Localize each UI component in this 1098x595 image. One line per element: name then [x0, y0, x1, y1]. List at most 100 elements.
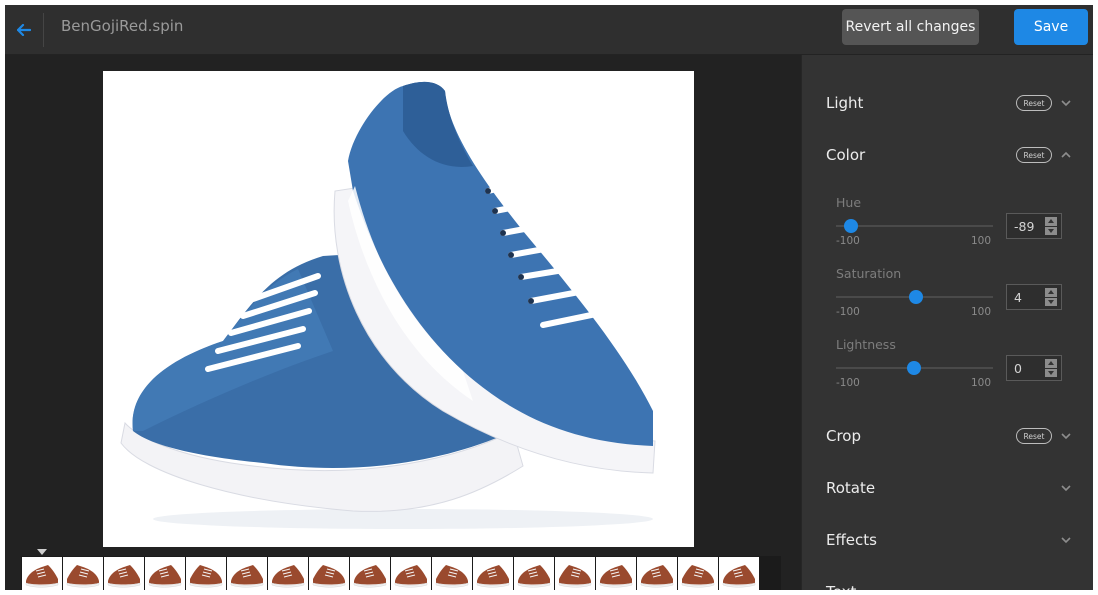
filmstrip-thumbnail[interactable] — [432, 557, 472, 590]
editor-window: BenGojiRed.spin Revert all changes Save — [5, 5, 1093, 590]
lightness-max-label: 100 — [971, 377, 992, 389]
saturation-number-field — [1006, 284, 1062, 310]
save-button[interactable]: Save — [1014, 9, 1088, 45]
saturation-slider-thumb[interactable] — [909, 290, 923, 304]
shoe-thumbnail-image — [353, 565, 387, 588]
hue-decrement-button[interactable] — [1045, 226, 1057, 235]
back-button[interactable] — [5, 5, 43, 55]
filmstrip-thumbnail[interactable] — [555, 557, 595, 590]
section-label: Color — [826, 146, 866, 164]
saturation-stepper — [1045, 288, 1057, 306]
section-label: Rotate — [826, 479, 876, 497]
caret-up-icon — [1048, 219, 1054, 224]
section-label: Effects — [826, 531, 877, 549]
shoe-thumbnail-image — [25, 565, 59, 588]
hue-control: Hue -100 100 — [836, 195, 1086, 255]
shoe-thumbnail-image — [189, 565, 223, 588]
reset-crop-button[interactable]: Reset — [1016, 428, 1052, 444]
shoe-thumbnail-image — [107, 565, 141, 588]
caret-down-icon — [1048, 228, 1054, 233]
adjustments-panel: Light Reset Color Reset Hue -100 100 -89… — [801, 55, 1093, 590]
reset-color-button[interactable]: Reset — [1016, 147, 1052, 163]
shoe-thumbnail-image — [558, 565, 592, 588]
chevron-down-icon — [1061, 100, 1071, 107]
hue-min-label: -100 — [836, 235, 860, 247]
shoe-thumbnail-image — [394, 565, 428, 588]
filmstrip-thumbnail[interactable] — [350, 557, 390, 590]
saturation-increment-button[interactable] — [1045, 288, 1057, 297]
saturation-control: Saturation -100 100 — [836, 266, 1086, 326]
lightness-increment-button[interactable] — [1045, 359, 1057, 368]
filmstrip-thumbnail[interactable] — [186, 557, 226, 590]
shoe-thumbnail-image — [148, 565, 182, 588]
hue-slider-thumb[interactable] — [844, 219, 858, 233]
shoe-thumbnail-image — [435, 565, 469, 588]
filmstrip-thumbnail[interactable] — [22, 557, 62, 590]
filmstrip-thumbnail[interactable] — [63, 557, 103, 590]
filmstrip-thumbnail[interactable] — [227, 557, 267, 590]
saturation-max-label: 100 — [971, 306, 992, 318]
hue-increment-button[interactable] — [1045, 217, 1057, 226]
shoe-thumbnail-image — [271, 565, 305, 588]
product-image — [103, 71, 694, 547]
saturation-min-label: -100 — [836, 306, 860, 318]
caret-down-icon — [1048, 370, 1054, 375]
lightness-stepper — [1045, 359, 1057, 377]
shoe-thumbnail-image — [722, 565, 756, 588]
filmstrip-thumbnail[interactable] — [637, 557, 677, 590]
shoe-thumbnail-image — [681, 565, 715, 588]
revert-all-changes-button[interactable]: Revert all changes — [842, 9, 979, 45]
filmstrip-thumbnail[interactable] — [104, 557, 144, 590]
chevron-up-icon — [1061, 151, 1071, 158]
chevron-down-icon — [1061, 433, 1071, 440]
filmstrip-toggle-icon[interactable] — [37, 549, 47, 555]
caret-down-icon — [1048, 299, 1054, 304]
chevron-down-icon — [1061, 537, 1071, 544]
hue-slider-track[interactable] — [836, 225, 993, 227]
saturation-label: Saturation — [836, 266, 902, 281]
lightness-slider-thumb[interactable] — [907, 361, 921, 375]
filmstrip-thumbnail[interactable] — [596, 557, 636, 590]
caret-up-icon — [1048, 290, 1054, 295]
section-color[interactable]: Color Reset — [802, 135, 1093, 175]
lightness-input[interactable] — [1007, 356, 1043, 380]
lightness-control: Lightness -100 100 — [836, 337, 1086, 397]
caret-up-icon — [1048, 361, 1054, 366]
filmstrip-thumbnail[interactable] — [391, 557, 431, 590]
hue-label: Hue — [836, 195, 862, 210]
canvas-area — [5, 55, 801, 590]
section-crop[interactable]: Crop Reset — [802, 416, 1093, 456]
saturation-input[interactable] — [1007, 285, 1043, 309]
file-title: BenGojiRed.spin — [61, 17, 184, 35]
lightness-label: Lightness — [836, 337, 896, 352]
section-light[interactable]: Light Reset — [802, 83, 1093, 123]
shoe-thumbnail-image — [517, 565, 551, 588]
saturation-decrement-button[interactable] — [1045, 297, 1057, 306]
section-effects[interactable]: Effects — [802, 520, 1093, 560]
chevron-down-icon — [1061, 485, 1071, 492]
lightness-decrement-button[interactable] — [1045, 368, 1057, 377]
filmstrip-thumbnail[interactable] — [268, 557, 308, 590]
filmstrip-thumbnail[interactable] — [719, 557, 759, 590]
hue-input[interactable] — [1007, 214, 1043, 238]
filmstrip — [21, 556, 781, 590]
reset-light-button[interactable]: Reset — [1016, 95, 1052, 111]
arrow-left-icon — [17, 24, 31, 36]
top-bar: BenGojiRed.spin Revert all changes Save — [5, 5, 1093, 55]
blue-sneakers-image — [120, 81, 656, 529]
filmstrip-thumbnail[interactable] — [678, 557, 718, 590]
section-rotate[interactable]: Rotate — [802, 468, 1093, 508]
shoe-thumbnail-image — [66, 565, 100, 588]
shoe-thumbnail-image — [312, 565, 346, 588]
filmstrip-thumbnail[interactable] — [309, 557, 349, 590]
lightness-number-field — [1006, 355, 1062, 381]
section-text[interactable]: Text — [802, 572, 1093, 590]
filmstrip-thumbnail[interactable] — [473, 557, 513, 590]
filmstrip-thumbnail[interactable] — [514, 557, 554, 590]
section-label: Crop — [826, 427, 862, 445]
filmstrip-thumbnail[interactable] — [145, 557, 185, 590]
header-divider — [43, 13, 44, 47]
shoe-thumbnail-image — [476, 565, 510, 588]
shoe-thumbnail-image — [640, 565, 674, 588]
hue-number-field — [1006, 213, 1062, 239]
